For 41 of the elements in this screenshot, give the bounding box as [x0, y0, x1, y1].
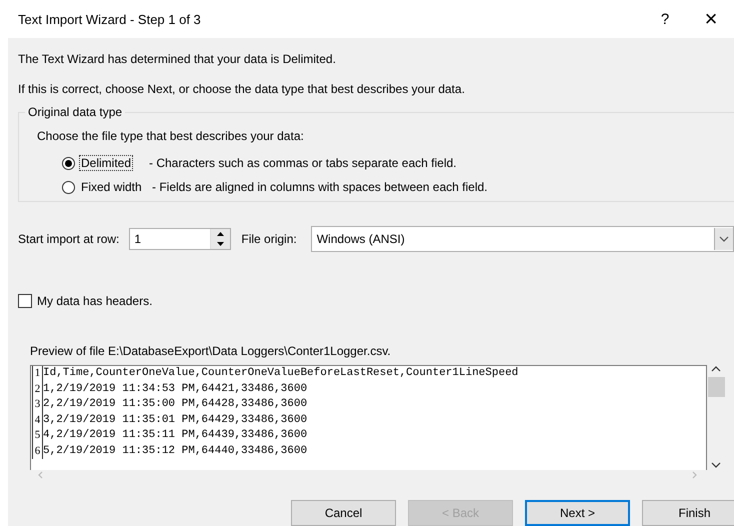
spin-up-icon[interactable]	[217, 232, 224, 236]
line-number: 3	[32, 397, 43, 412]
spin-down-icon[interactable]	[217, 242, 224, 246]
headers-checkbox[interactable]	[18, 294, 32, 308]
radio-label[interactable]: Delimited	[80, 156, 132, 170]
wizard-button[interactable]: Finish	[642, 500, 734, 526]
wizard-button[interactable]: Cancel	[291, 500, 396, 526]
scrollbar-thumb[interactable]	[708, 377, 724, 397]
option-description: - Fields are aligned in columns with spaces between each field.	[152, 180, 488, 194]
preview-line: 5,2/19/2019 11:35:12 PM,64440,33486,3600	[43, 444, 308, 458]
start-row-label: Start import at row:	[18, 232, 120, 246]
line-number: 2	[32, 382, 43, 397]
window-title: Text Import Wizard - Step 1 of 3	[18, 12, 202, 26]
radio-button[interactable]	[62, 156, 75, 170]
intro-text: If this is correct, choose Next, or choose the data type that best describes your data.	[18, 82, 466, 96]
group-title: Original data type	[25, 105, 126, 119]
chevron-down-icon[interactable]	[711, 461, 721, 469]
line-number: 5	[32, 428, 43, 444]
radio-label[interactable]: Fixed width	[80, 180, 152, 194]
line-number: 1	[32, 366, 43, 382]
close-button[interactable]: ×	[688, 6, 734, 32]
preview-line: Id,Time,CounterOneValue,CounterOneValueBeforeLastReset,Counter1LineSpeed	[43, 366, 518, 381]
preview-label: Preview of file E:\DatabaseExport\Data Loggers\Conter1Logger.csv.	[30, 344, 392, 358]
chevron-down-icon[interactable]	[719, 235, 729, 243]
line-number: 4	[32, 412, 43, 428]
preview-line: 1,2/19/2019 11:34:53 PM,64421,33486,3600	[43, 382, 308, 396]
start-row-spinner[interactable]: 1	[129, 228, 232, 250]
intro-text: The Text Wizard has determined that your data is Delimited.	[18, 52, 337, 66]
file-origin-dropdown[interactable]: Windows (ANSI)	[310, 226, 734, 252]
file-origin-label: File origin:	[241, 232, 297, 246]
line-number: 6	[32, 444, 43, 459]
option-description: - Characters such as commas or tabs separate each field.	[149, 156, 456, 170]
headers-label[interactable]: My data has headers.	[37, 294, 152, 308]
wizard-button[interactable]: Next >	[525, 500, 630, 526]
chevron-up-icon[interactable]	[711, 365, 721, 373]
help-button[interactable]: ?	[642, 10, 688, 28]
radio-button[interactable]	[62, 180, 75, 194]
preview-line: 3,2/19/2019 11:35:01 PM,64429,33486,3600	[43, 412, 308, 428]
group-prompt: Choose the file type that best describes your data:	[37, 129, 305, 143]
preview-line: 4,2/19/2019 11:35:11 PM,64439,33486,3600	[43, 428, 308, 443]
preview-line: 2,2/19/2019 11:35:00 PM,64428,33486,3600	[43, 397, 308, 412]
